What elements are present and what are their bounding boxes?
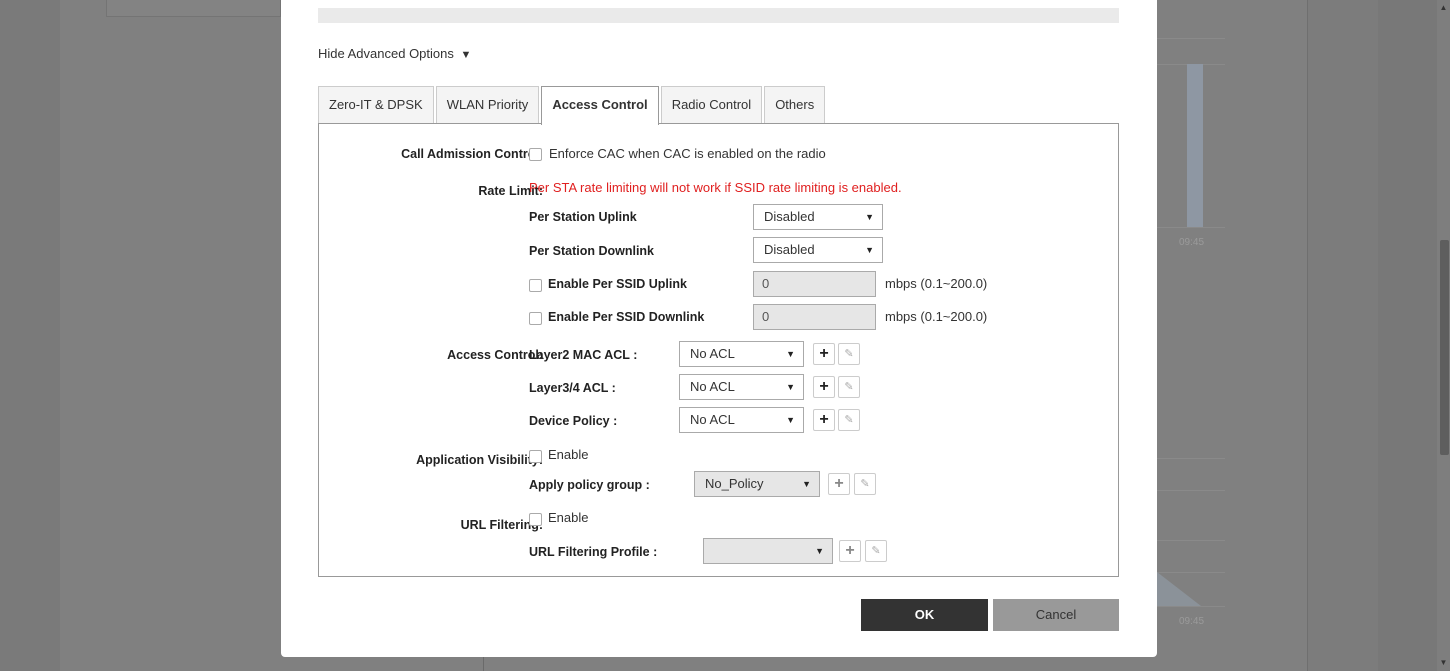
tab-zero-it-dpsk[interactable]: Zero-IT & DPSK	[318, 86, 434, 124]
access-control-label: Access Control:	[447, 348, 543, 362]
app-visibility-checkbox[interactable]	[529, 450, 542, 463]
url-filtering-profile-label: URL Filtering Profile :	[529, 545, 658, 559]
dropdown-arrow-icon: ▼	[865, 245, 874, 255]
cac-label: Call Admission Control:	[401, 147, 543, 161]
background-chart: 09:45 09:45	[1157, 0, 1225, 671]
device-policy-value: No ACL	[690, 412, 735, 427]
policy-group-edit-icon[interactable]: ✎	[854, 473, 876, 495]
tab-radio-control[interactable]: Radio Control	[660, 86, 763, 124]
per-ssid-downlink-input[interactable]: 0	[753, 304, 876, 330]
device-policy-select[interactable]: No ACL ▼	[679, 407, 804, 433]
scroll-up-arrow-icon[interactable]: ▲	[1437, 0, 1450, 16]
chart-gridline	[1157, 490, 1225, 491]
device-policy-label: Device Policy :	[529, 414, 618, 428]
layer34-acl-add-button[interactable]: +	[813, 376, 835, 398]
layer34-acl-select[interactable]: No ACL ▼	[679, 374, 804, 400]
layer2-acl-label: Layer2 MAC ACL :	[529, 348, 638, 362]
hide-advanced-options-toggle[interactable]: Hide Advanced Options ▼	[318, 46, 471, 61]
chart-gridline	[1157, 227, 1225, 228]
chart-tick-label: 09:45	[1179, 616, 1205, 627]
per-station-uplink-label: Per Station Uplink	[529, 210, 637, 224]
chart-area	[1157, 572, 1201, 606]
layer34-acl-label: Layer3/4 ACL :	[529, 381, 616, 395]
layer34-acl-edit-icon[interactable]: ✎	[838, 376, 860, 398]
url-filtering-label: URL Filtering:	[460, 518, 543, 532]
chart-gridline	[1157, 458, 1225, 459]
chart-gridline	[1157, 38, 1225, 39]
tab-wlan-priority[interactable]: WLAN Priority	[435, 86, 540, 124]
url-filtering-add-button[interactable]: +	[839, 540, 861, 562]
per-ssid-downlink-unit: mbps (0.1~200.0)	[885, 309, 988, 324]
per-ssid-uplink-unit: mbps (0.1~200.0)	[885, 276, 988, 291]
policy-group-select[interactable]: No_Policy ▼	[694, 471, 820, 497]
advanced-tabs: Zero-IT & DPSK WLAN Priority Access Cont…	[318, 86, 827, 125]
cac-checkbox[interactable]	[529, 148, 542, 161]
url-filtering-edit-icon[interactable]: ✎	[865, 540, 887, 562]
device-policy-add-button[interactable]: +	[813, 409, 835, 431]
background-right-inner	[1378, 0, 1437, 671]
ok-button[interactable]: OK	[861, 599, 988, 631]
chart-gridline	[1157, 606, 1225, 607]
per-ssid-uplink-label: Enable Per SSID Uplink	[548, 277, 687, 291]
url-filtering-checkbox[interactable]	[529, 513, 542, 526]
app-visibility-enable-label: Enable	[548, 447, 589, 462]
chart-gridline	[1157, 572, 1225, 573]
layer2-acl-select[interactable]: No ACL ▼	[679, 341, 804, 367]
layer34-acl-value: No ACL	[690, 379, 735, 394]
per-station-uplink-value: Disabled	[764, 209, 815, 224]
scroll-thumb[interactable]	[1440, 240, 1449, 455]
policy-group-label: Apply policy group :	[529, 478, 650, 492]
dropdown-arrow-icon: ▼	[815, 546, 824, 556]
caret-down-icon: ▼	[460, 49, 472, 61]
scroll-down-arrow-icon[interactable]: ▼	[1437, 655, 1450, 671]
per-station-downlink-label: Per Station Downlink	[529, 244, 655, 258]
chart-tick-label: 09:45	[1179, 237, 1205, 248]
background-card	[106, 0, 281, 17]
per-station-downlink-value: Disabled	[764, 242, 815, 257]
app-visibility-label: Application Visibility:	[416, 453, 543, 467]
access-control-panel: Call Admission Control: Enforce CAC when…	[318, 123, 1119, 577]
url-filtering-enable-label: Enable	[548, 510, 589, 525]
per-ssid-downlink-checkbox[interactable]	[529, 312, 542, 325]
per-ssid-uplink-checkbox[interactable]	[529, 279, 542, 292]
per-station-downlink-select[interactable]: Disabled ▼	[753, 237, 883, 263]
per-ssid-uplink-input[interactable]: 0	[753, 271, 876, 297]
background-left-nav	[0, 0, 60, 671]
policy-group-value: No_Policy	[705, 476, 764, 491]
dropdown-arrow-icon: ▼	[786, 349, 795, 359]
wlan-edit-dialog: Hide Advanced Options ▼ Zero-IT & DPSK W…	[281, 0, 1157, 657]
layer2-acl-add-button[interactable]: +	[813, 343, 835, 365]
dialog-top-strip	[318, 8, 1119, 23]
dropdown-arrow-icon: ▼	[802, 479, 811, 489]
chart-bar	[1187, 64, 1203, 227]
cancel-button[interactable]: Cancel	[993, 599, 1119, 631]
tab-others[interactable]: Others	[764, 86, 826, 124]
per-station-uplink-select[interactable]: Disabled ▼	[753, 204, 883, 230]
dropdown-arrow-icon: ▼	[786, 382, 795, 392]
policy-group-add-button[interactable]: +	[828, 473, 850, 495]
rate-limit-label: Rate Limit:	[478, 184, 543, 198]
dropdown-arrow-icon: ▼	[865, 212, 874, 222]
advanced-toggle-label: Hide Advanced Options	[318, 46, 454, 61]
page-scrollbar[interactable]: ▲ ▼	[1437, 0, 1450, 671]
tab-access-control[interactable]: Access Control	[541, 86, 659, 125]
device-policy-edit-icon[interactable]: ✎	[838, 409, 860, 431]
url-filtering-profile-select[interactable]: ▼	[703, 538, 833, 564]
chart-gridline	[1157, 540, 1225, 541]
layer2-acl-edit-icon[interactable]: ✎	[838, 343, 860, 365]
dropdown-arrow-icon: ▼	[786, 415, 795, 425]
layer2-acl-value: No ACL	[690, 346, 735, 361]
cac-checkbox-label: Enforce CAC when CAC is enabled on the r…	[549, 146, 826, 161]
per-ssid-downlink-label: Enable Per SSID Downlink	[548, 310, 705, 324]
rate-limit-warning: Per STA rate limiting will not work if S…	[529, 180, 902, 195]
